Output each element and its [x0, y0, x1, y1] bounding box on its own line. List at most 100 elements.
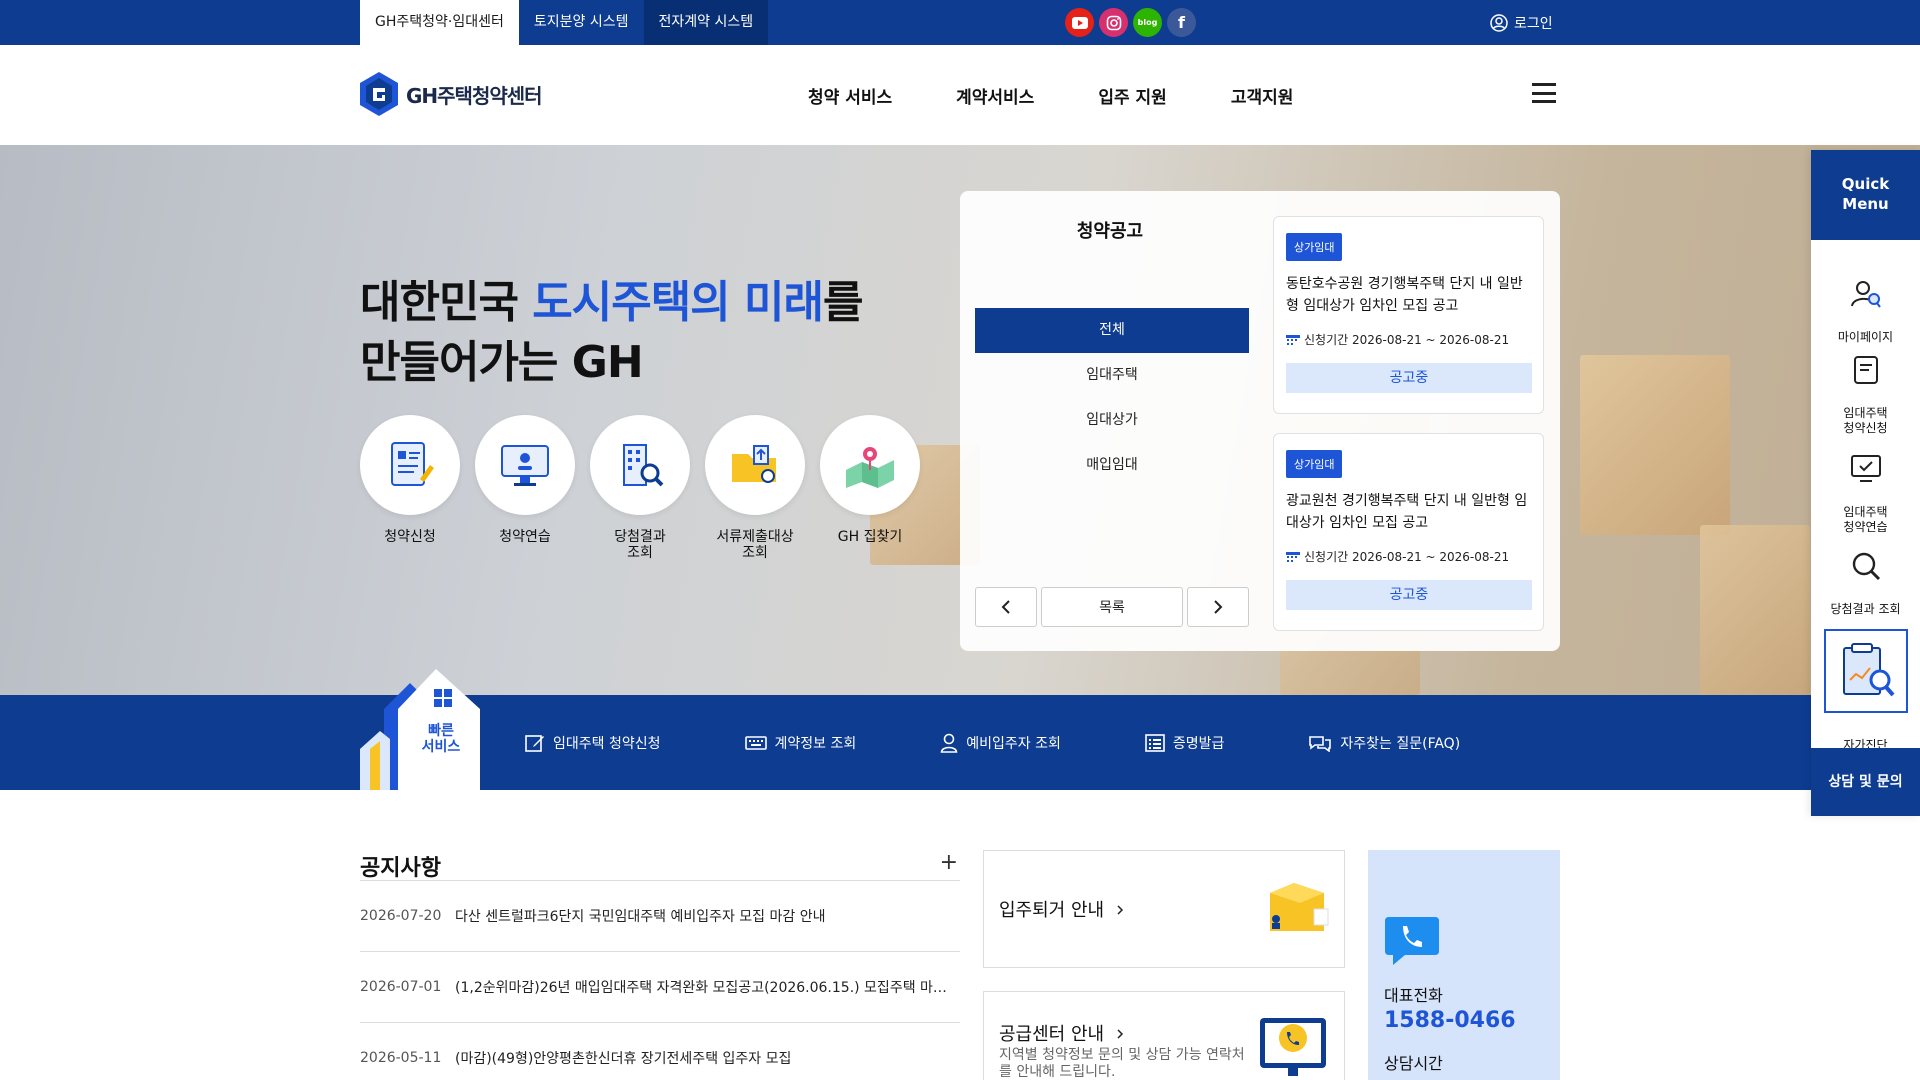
fast-contract-info[interactable]: 계약정보 조회: [744, 733, 856, 753]
notice-header: 공지사항 +: [360, 850, 960, 881]
tab-e-contract[interactable]: 전자계약 시스템: [643, 0, 769, 45]
quick-document-submit[interactable]: 서류제출대상 조회: [705, 415, 805, 561]
decor-block: [1580, 355, 1730, 535]
supply-center-desc: 지역별 청약정보 문의 및 상담 가능 연락처를 안내해 드립니다.: [999, 1047, 1245, 1080]
nav-move-in-support[interactable]: 입주 지원: [1098, 83, 1166, 108]
decor-block: [1700, 525, 1810, 695]
quick-winning-result-label: 당첨결과 조회: [614, 529, 666, 561]
notice-text: (마감)(49형)안양평촌한신더휴 장기전세주택 입주자 모집: [455, 1051, 792, 1067]
logo-text: GH주택청약센터: [406, 83, 543, 108]
gh-logo-icon: [360, 72, 398, 116]
announcement-card[interactable]: 상가임대 광교원천 경기행복주택 단지 내 일반형 임대상가 임차인 모집 공고…: [1273, 433, 1544, 631]
moving-box-icon: [1270, 883, 1329, 931]
chevron-left-icon: [1001, 600, 1010, 614]
nav-customer-support[interactable]: 고객지원: [1231, 83, 1294, 108]
grid-icon: [434, 689, 452, 707]
social-links: blog f: [1065, 8, 1196, 37]
self-diagnosis-icon: [1842, 643, 1895, 697]
tab-gh-housing[interactable]: GH주택청약·임대센터: [360, 0, 519, 45]
quick-practice[interactable]: 청약연습: [475, 415, 575, 561]
move-in-out-box[interactable]: 입주퇴거 안내: [983, 850, 1345, 968]
quick-self-diagnosis[interactable]: 자가진단: [1811, 614, 1920, 753]
fast-faq[interactable]: 자주찾는 질문(FAQ): [1308, 733, 1460, 753]
quick-menu-title: Quick Menu: [1811, 150, 1920, 240]
call-center-icon: [1260, 1018, 1326, 1076]
quick-winning-result[interactable]: 당첨결과 조회: [590, 415, 690, 561]
calendar-icon: [1286, 551, 1300, 562]
hero-quick-icons: 청약신청 청약연습 당첨결과 조회 서류제출대상 조회 GH 집찾기: [360, 415, 920, 561]
category-purchase-rental[interactable]: 매입임대: [975, 443, 1249, 488]
main-nav: 청약 서비스 계약서비스 입주 지원 고객지원: [808, 83, 1293, 108]
chevron-right-icon: [1214, 600, 1223, 614]
notice-row[interactable]: 2026-05-11 (마감)(49형)안양평촌한신더휴 장기전세주택 입주자 …: [360, 1022, 960, 1080]
quick-winning-result[interactable]: 당첨결과 조회: [1811, 536, 1920, 617]
user-circle-icon: [1490, 13, 1508, 32]
announcement-panel: 청약공고 전체 임대주택 임대상가 매입임대 목록 상가임대 동탄호수공원 경기…: [960, 191, 1560, 651]
youtube-icon[interactable]: [1065, 8, 1094, 37]
quick-apply[interactable]: 청약신청: [360, 415, 460, 561]
plus-icon[interactable]: +: [940, 850, 958, 875]
quick-rental-practice[interactable]: 임대주택 청약연습: [1811, 439, 1920, 535]
quick-apply-label: 청약신청: [384, 529, 436, 545]
card-status: 공고중: [1286, 363, 1532, 393]
card-badge: 상가임대: [1286, 450, 1343, 478]
building-search-icon: [623, 444, 664, 487]
chat-icon: [1309, 735, 1332, 752]
notice-list: 공지사항 + 2026-07-20 다산 센트럴파크6단지 국민임대주택 예비입…: [360, 850, 960, 1080]
tab-land-sale[interactable]: 토지분양 시스템: [519, 0, 644, 45]
notice-date: 2026-07-20: [360, 908, 442, 924]
category-all[interactable]: 전체: [975, 308, 1249, 353]
quick-find-house[interactable]: GH 집찾기: [820, 415, 920, 561]
practice-icon: [1850, 455, 1881, 482]
phone-label: 대표전화: [1384, 986, 1443, 1005]
search-result-icon: [1852, 552, 1880, 581]
hours-label: 상담시간: [1384, 1054, 1443, 1073]
announcement-title: 청약공고: [1076, 221, 1144, 242]
list-button[interactable]: 목록: [1041, 587, 1183, 627]
login-link[interactable]: 로그인: [1490, 0, 1553, 45]
menu-icon[interactable]: [1532, 83, 1556, 103]
chevron-right-icon: [1117, 1029, 1123, 1039]
supply-center-box[interactable]: 공급센터 안내 지역별 청약정보 문의 및 상담 가능 연락처를 안내해 드립니…: [983, 991, 1345, 1080]
phone-number[interactable]: 1588-0466: [1384, 1008, 1516, 1033]
facebook-icon[interactable]: f: [1167, 8, 1196, 37]
monitor-practice-icon: [501, 445, 549, 486]
quick-menu: Quick Menu 마이페이지 임대주택 청약신청 임대주택 청약연습 당첨결…: [1811, 150, 1920, 816]
fast-certificate[interactable]: 증명발급: [1145, 733, 1224, 753]
consult-button[interactable]: 상담 및 문의: [1811, 748, 1920, 816]
apply-icon: [1853, 356, 1878, 384]
blog-icon[interactable]: blog: [1133, 8, 1162, 37]
nav-contract-service[interactable]: 계약서비스: [956, 83, 1034, 108]
list-document-icon: [1145, 733, 1165, 752]
map-location-icon: [846, 447, 894, 488]
fast-service-bar: 빠른 서비스 임대주택 청약신청 계약정보 조회 예비입주자 조회 증명발급 자…: [0, 669, 1920, 790]
category-rental-store[interactable]: 임대상가: [975, 398, 1249, 443]
quick-find-house-label: GH 집찾기: [837, 529, 903, 545]
self-diagnosis-frame: [1823, 629, 1908, 713]
card-title: 광교원천 경기행복주택 단지 내 일반형 임대상가 임차인 모집 공고: [1286, 493, 1528, 531]
notice-row[interactable]: 2026-07-20 다산 센트럴파크6단지 국민임대주택 예비입주자 모집 마…: [360, 880, 960, 951]
announcement-card[interactable]: 상가임대 동탄호수공원 경기행복주택 단지 내 일반형 임대상가 임차인 모집 …: [1273, 216, 1544, 414]
notice-row[interactable]: 2026-07-01 (1,2순위마감)26년 매입임대주택 자격완화 모집공고…: [360, 951, 960, 1022]
supply-center-title: 공급센터 안내: [999, 1020, 1124, 1046]
prev-button[interactable]: [975, 587, 1037, 627]
instagram-icon[interactable]: [1099, 8, 1128, 37]
category-rental-housing[interactable]: 임대주택: [975, 353, 1249, 398]
next-button[interactable]: [1187, 587, 1249, 627]
chevron-right-icon: [1117, 905, 1123, 915]
logo[interactable]: GH주택청약센터: [360, 72, 543, 116]
nav-subscription-service[interactable]: 청약 서비스: [808, 83, 892, 108]
calendar-icon: [1286, 334, 1300, 345]
quick-mypage[interactable]: 마이페이지: [1811, 264, 1920, 345]
phone-box: 대표전화 1588-0466 상담시간: [1368, 850, 1560, 1080]
utility-bar: GH주택청약·임대센터 토지분양 시스템 전자계약 시스템 blog f 로그인: [0, 0, 1920, 45]
fast-waiting-tenant[interactable]: 예비입주자 조회: [940, 733, 1061, 753]
quick-rental-apply[interactable]: 임대주택 청약신청: [1811, 340, 1920, 436]
fast-rental-apply[interactable]: 임대주택 청약신청: [525, 733, 661, 753]
move-in-out-title: 입주퇴거 안내: [999, 896, 1124, 922]
card-period: 신청기간 2026-08-21 ~ 2026-08-21: [1286, 331, 1509, 348]
notice-text: (1,2순위마감)26년 매입임대주택 자격완화 모집공고(2026.06.15…: [455, 980, 955, 996]
application-document-icon: [391, 442, 434, 486]
hero-title: 대한민국 도시주택의 미래를 만들어가는 GH: [360, 277, 863, 388]
notice-text: 다산 센트럴파크6단지 국민임대주택 예비입주자 모집 마감 안내: [455, 909, 826, 925]
